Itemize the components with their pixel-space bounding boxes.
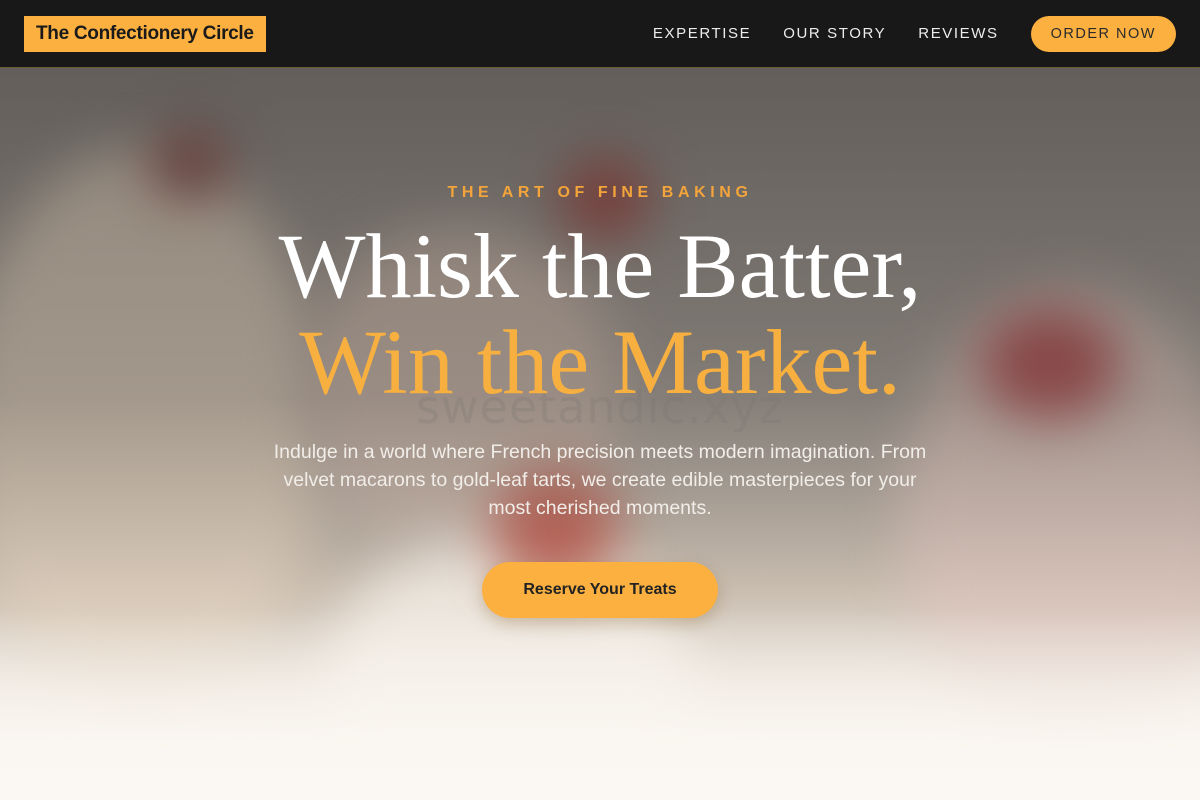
headline-line-2: Win the Market. [299,311,901,413]
nav-link-expertise[interactable]: EXPERTISE [653,25,751,42]
nav-link-our-story[interactable]: OUR STORY [783,25,886,42]
hero-background: sweetandic.xyz [0,68,1200,800]
hero-headline: Whisk the Batter, Win the Market. [0,218,1200,410]
hero-bottom-fade [0,610,1200,800]
hero-description: Indulge in a world where French precisio… [273,441,927,519]
main-nav: EXPERTISE OUR STORY REVIEWS ORDER NOW [653,15,1176,52]
reserve-treats-button[interactable]: Reserve Your Treats [482,562,718,618]
nav-link-reviews[interactable]: REVIEWS [918,25,998,42]
order-now-button[interactable]: ORDER NOW [1030,15,1176,52]
hero-eyebrow: THE ART OF FINE BAKING [447,184,753,201]
headline-line-1: Whisk the Batter, [278,215,922,317]
site-header: The Confectionery Circle EXPERTISE OUR S… [0,0,1200,68]
brand-logo[interactable]: The Confectionery Circle [24,15,266,52]
